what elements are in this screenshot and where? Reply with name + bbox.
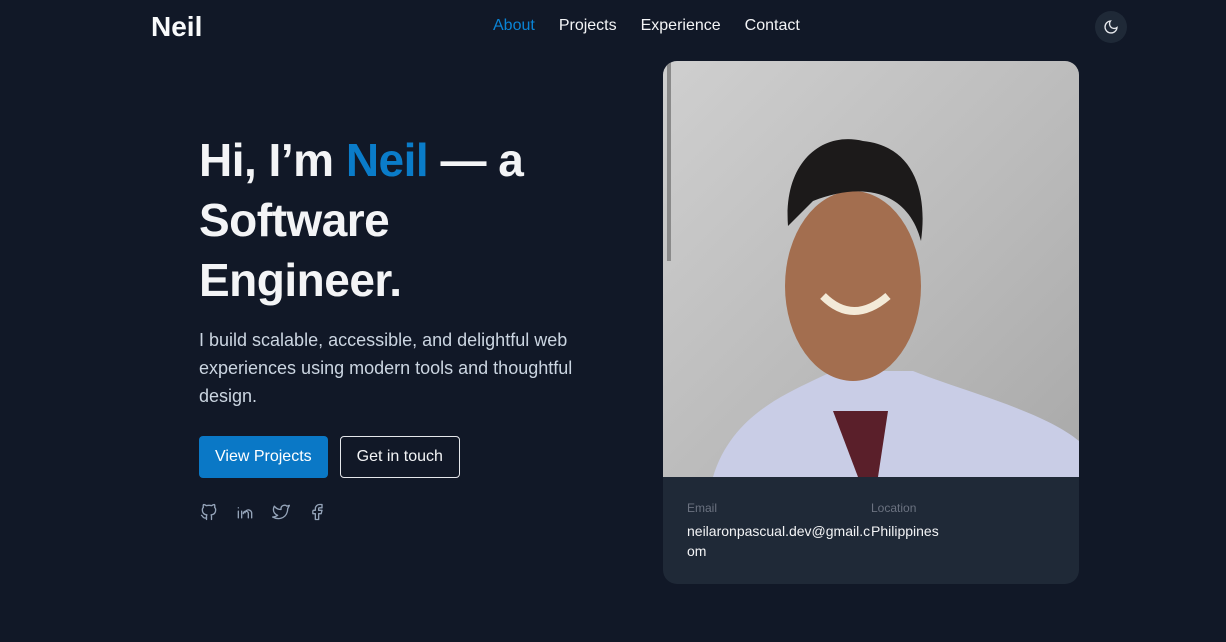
theme-toggle-button[interactable] (1095, 11, 1127, 43)
email-value[interactable]: neilaronpascual.dev@gmail.com (687, 521, 871, 561)
social-links (199, 502, 599, 522)
nav-link-about[interactable]: About (493, 17, 535, 35)
profile-card: Email neilaronpascual.dev@gmail.com Loca… (663, 61, 1079, 584)
hero: Hi, I’m Neil — a Software Engineer. I bu… (199, 130, 599, 522)
hero-heading: Hi, I’m Neil — a Software Engineer. (199, 130, 599, 310)
nav-link-contact[interactable]: Contact (745, 17, 800, 35)
email-label: Email (687, 501, 718, 515)
facebook-icon[interactable] (307, 502, 327, 522)
twitter-icon[interactable] (271, 502, 291, 522)
get-in-touch-button[interactable]: Get in touch (339, 436, 460, 478)
nav-links: About Projects Experience Contact (493, 17, 800, 35)
profile-photo (663, 61, 1079, 477)
heading-name: Neil (345, 134, 429, 186)
location-label: Location (871, 501, 917, 515)
linkedin-icon[interactable] (235, 502, 255, 522)
view-projects-button[interactable]: View Projects (199, 436, 328, 478)
heading-text: Hi, I’m (199, 134, 346, 186)
top-nav: Neil About Projects Experience Contact (0, 0, 1226, 55)
hero-description: I build scalable, accessible, and deligh… (199, 330, 573, 406)
moon-icon (1104, 20, 1118, 34)
person-illustration (667, 61, 1079, 477)
logo[interactable]: Neil (151, 11, 202, 43)
nav-link-projects[interactable]: Projects (559, 17, 617, 35)
github-icon[interactable] (199, 502, 219, 522)
location-value: Philippines (871, 523, 939, 539)
nav-link-experience[interactable]: Experience (641, 17, 721, 35)
